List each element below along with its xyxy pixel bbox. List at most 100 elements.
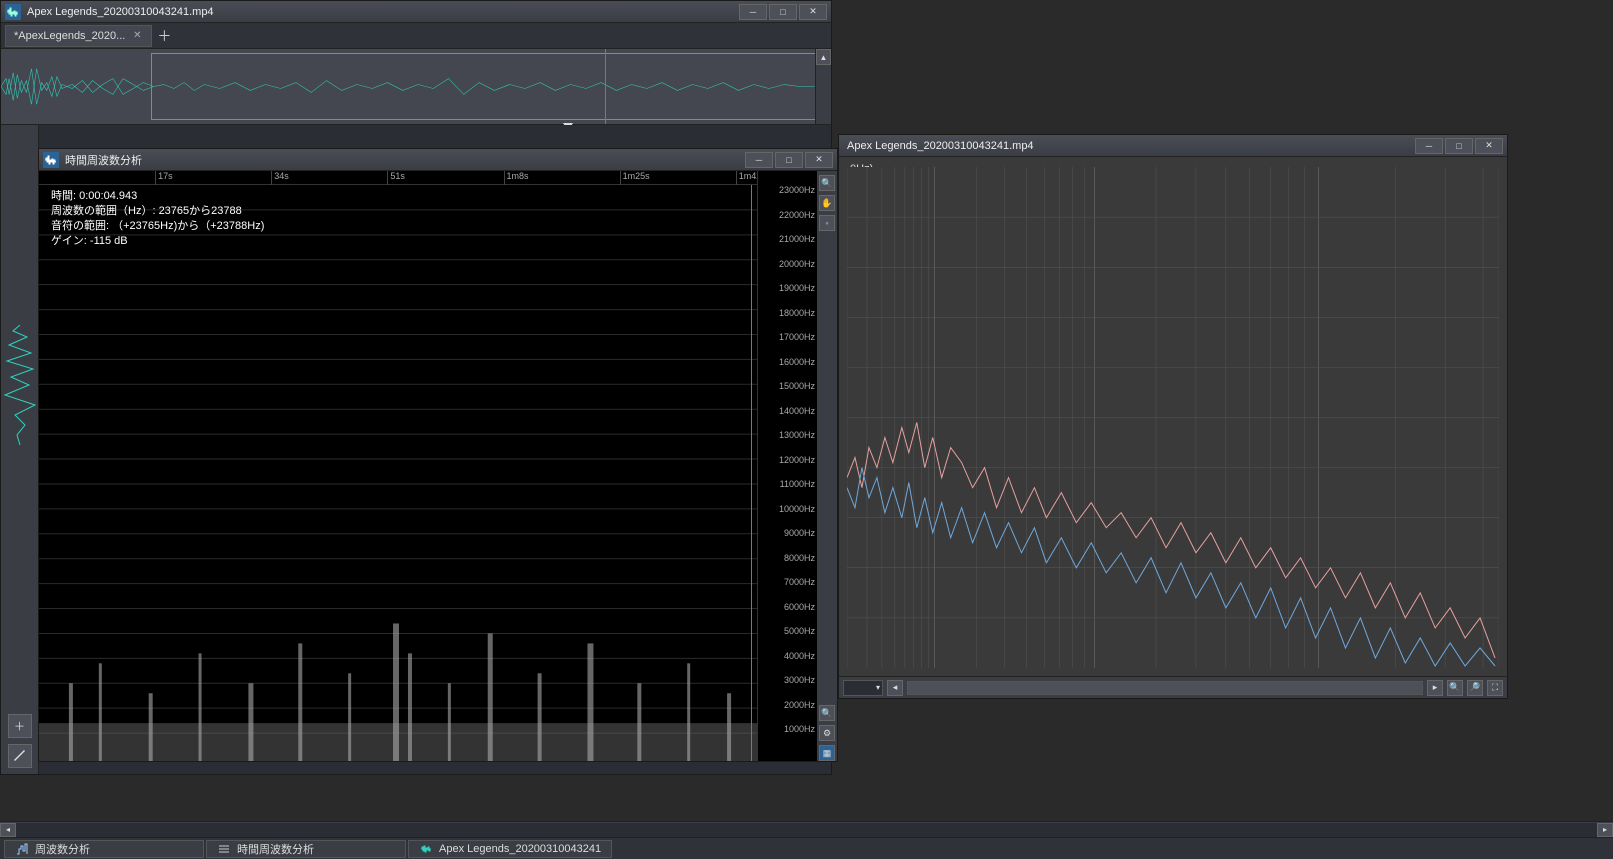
- maximize-button[interactable]: □: [1445, 138, 1473, 154]
- info-time-value: 0:00:04.943: [79, 190, 137, 202]
- lines-icon: [217, 842, 231, 856]
- taskbar: 周波数分析 時間周波数分析 Apex Legends_20200310043241: [0, 837, 1613, 859]
- taskbar-item[interactable]: 周波数分析: [4, 840, 204, 858]
- freq-title: Apex Legends_20200310043241.mp4: [843, 140, 1415, 152]
- time-tick: 1m8s: [504, 171, 529, 185]
- taskbar-item[interactable]: 時間周波数分析: [206, 840, 406, 858]
- file-tab[interactable]: *ApexLegends_2020... ✕: [5, 25, 152, 47]
- freq-tick: 4000Hz: [759, 651, 815, 661]
- freq-analysis-window: Apex Legends_20200310043241.mp4 ─ □ ✕ .0…: [838, 134, 1508, 699]
- main-title: Apex Legends_20200310043241.mp4: [27, 6, 739, 18]
- zoom-tool-button[interactable]: 🔍: [819, 175, 835, 191]
- freq-tick: 12000Hz: [759, 455, 815, 465]
- freq-tick: 5000Hz: [759, 626, 815, 636]
- overview-waveform[interactable]: ▲: [1, 49, 831, 125]
- waveform-icon: [5, 4, 21, 20]
- freq-scrollbar[interactable]: [907, 681, 1423, 695]
- freq-tick: 17000Hz: [759, 332, 815, 342]
- info-gain-value: -115 dB: [90, 235, 128, 247]
- freq-range-dropdown[interactable]: ▾: [843, 680, 883, 696]
- info-time-label: 時間:: [51, 190, 76, 202]
- scroll-left-button[interactable]: ◂: [887, 680, 903, 696]
- main-titlebar[interactable]: Apex Legends_20200310043241.mp4 ─ □ ✕: [1, 1, 831, 23]
- freq-tick: 18000Hz: [759, 308, 815, 318]
- info-gain-label: ゲイン:: [51, 235, 87, 247]
- freq-plot[interactable]: [847, 167, 1499, 668]
- info-note-label: 音符の範囲:: [51, 220, 109, 232]
- scroll-left-icon[interactable]: ◂: [0, 823, 16, 837]
- freq-titlebar[interactable]: Apex Legends_20200310043241.mp4 ─ □ ✕: [839, 135, 1507, 157]
- freq-tick: 19000Hz: [759, 283, 815, 293]
- overview-scrollbar[interactable]: ▲: [815, 49, 831, 124]
- scroll-right-icon[interactable]: ▸: [1597, 823, 1613, 837]
- spectro-title: 時間周波数分析: [65, 152, 745, 168]
- edit-tool-button[interactable]: [8, 744, 32, 768]
- spectrogram-icon: [43, 152, 59, 168]
- time-ruler[interactable]: 17s 34s 51s 1m8s 1m25s 1m42s: [39, 171, 757, 185]
- frequency-axis: 23000Hz 22000Hz 21000Hz 20000Hz 19000Hz 18000…: [757, 171, 817, 761]
- spectro-info-overlay: 時間: 0:00:04.943 周波数の範囲（Hz）: 23765から23788…: [51, 189, 264, 249]
- tab-label: *ApexLegends_2020...: [14, 30, 125, 42]
- overview-cursor[interactable]: [605, 49, 606, 124]
- settings-tool-button[interactable]: ⚙: [819, 725, 835, 741]
- freq-body: .0Hz) ▾: [839, 157, 1507, 698]
- fit-button[interactable]: ⛶: [1487, 680, 1503, 696]
- add-tab-button[interactable]: ＋: [154, 26, 174, 46]
- freq-tick: 22000Hz: [759, 210, 815, 220]
- minimize-button[interactable]: ─: [745, 152, 773, 168]
- freq-tick: 1000Hz: [759, 724, 815, 734]
- spectro-side-tools: 🔍 ✋ ◦ 🔍 ⚙ ▦: [817, 171, 837, 761]
- zoom-in-button[interactable]: 🔍: [819, 705, 835, 721]
- freq-bottom-bar: ▾ ◂ ▸ 🔍 🔎 ⛶: [839, 676, 1507, 698]
- bottom-scrollbar[interactable]: ◂ ▸: [0, 821, 1613, 837]
- time-tick: 1m42s: [736, 171, 757, 185]
- freq-tick: 6000Hz: [759, 602, 815, 612]
- spectro-titlebar[interactable]: 時間周波数分析 ─ □ ✕: [39, 149, 837, 171]
- close-button[interactable]: ✕: [805, 152, 833, 168]
- tab-close-icon[interactable]: ✕: [131, 30, 143, 42]
- chart-icon: [15, 842, 29, 856]
- freq-tick: 20000Hz: [759, 259, 815, 269]
- spectro-cursor[interactable]: [751, 185, 752, 761]
- slider-handle-icon[interactable]: ◦: [819, 215, 835, 231]
- freq-tick: 23000Hz: [759, 185, 815, 195]
- tab-strip: *ApexLegends_2020... ✕ ＋: [1, 23, 831, 49]
- scroll-right-button[interactable]: ▸: [1427, 680, 1443, 696]
- hand-tool-button[interactable]: ✋: [819, 195, 835, 211]
- maximize-button[interactable]: □: [775, 152, 803, 168]
- spectrogram-canvas[interactable]: 17s 34s 51s 1m8s 1m25s 1m42s: [39, 171, 757, 761]
- scrollbar-track[interactable]: [16, 823, 1597, 837]
- spectrogram-window: 時間周波数分析 ─ □ ✕ 17s 34s 51s 1m8s 1m25s 1m42s: [38, 148, 838, 762]
- taskbar-label: 周波数分析: [35, 841, 90, 857]
- info-freq-label: 周波数の範囲（Hz）:: [51, 205, 156, 217]
- scroll-up-icon[interactable]: ▲: [816, 49, 831, 65]
- time-tick: 51s: [387, 171, 405, 185]
- freq-tick: 16000Hz: [759, 357, 815, 367]
- color-mode-button[interactable]: ▦: [819, 745, 835, 761]
- info-note-value: （+23765Hz)から（+23788Hz): [112, 220, 264, 232]
- time-tick: 17s: [155, 171, 173, 185]
- time-tick: 1m25s: [620, 171, 650, 185]
- freq-tick: 14000Hz: [759, 406, 815, 416]
- minimize-button[interactable]: ─: [1415, 138, 1443, 154]
- freq-tick: 3000Hz: [759, 675, 815, 685]
- taskbar-item[interactable]: Apex Legends_20200310043241: [408, 840, 612, 858]
- info-freq-value: 23765から23788: [159, 205, 242, 217]
- freq-tick: 21000Hz: [759, 234, 815, 244]
- track-gutter: ＋: [1, 125, 39, 774]
- freq-tick: 9000Hz: [759, 528, 815, 538]
- zoom-out-button[interactable]: 🔎: [1467, 680, 1483, 696]
- freq-tick: 13000Hz: [759, 430, 815, 440]
- close-button[interactable]: ✕: [1475, 138, 1503, 154]
- time-tick: 34s: [271, 171, 289, 185]
- taskbar-label: Apex Legends_20200310043241: [439, 843, 601, 855]
- maximize-button[interactable]: □: [769, 4, 797, 20]
- add-track-button[interactable]: ＋: [8, 714, 32, 738]
- freq-tick: 10000Hz: [759, 504, 815, 514]
- wave-icon: [419, 842, 433, 856]
- freq-tick: 7000Hz: [759, 577, 815, 587]
- close-button[interactable]: ✕: [799, 4, 827, 20]
- gutter-waveform-icon: [1, 325, 39, 445]
- zoom-in-button[interactable]: 🔍: [1447, 680, 1463, 696]
- minimize-button[interactable]: ─: [739, 4, 767, 20]
